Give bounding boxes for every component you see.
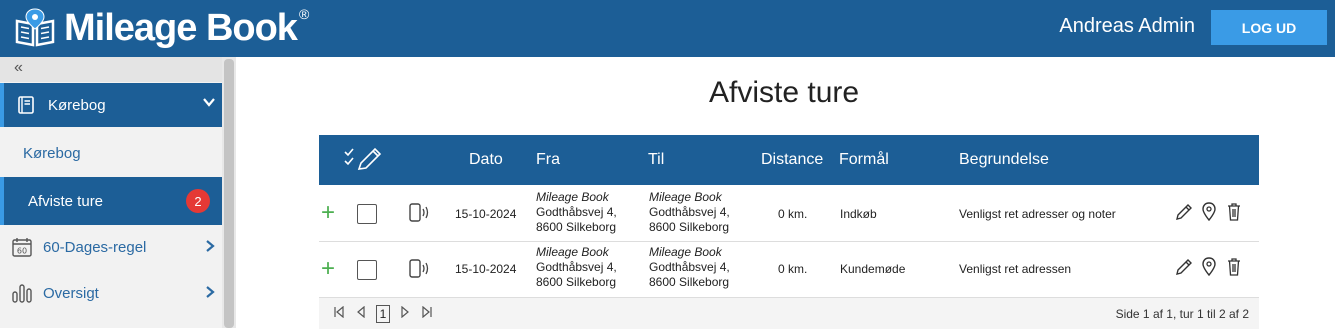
add-icon[interactable]: +: [321, 201, 335, 225]
address-name: Mileage Book: [649, 245, 722, 259]
phone-signal-icon: [409, 259, 429, 278]
address-street: Godthåbsvej 4,: [536, 260, 617, 274]
cell-begrundelse: Venligst ret adressen: [959, 262, 1072, 276]
chevron-down-icon: [203, 98, 215, 107]
sidebar-subitem-korebog[interactable]: Kørebog: [0, 133, 222, 173]
pagination-bar: 1 Side 1 af 1, tur 1 til 2 af 2: [319, 297, 1259, 329]
cell-distance: 0 km.: [778, 207, 808, 221]
cell-formaal: Kundemøde: [840, 262, 906, 276]
cell-dato: 15-10-2024: [455, 207, 517, 221]
book-icon: [18, 96, 34, 114]
sidebar-subitem-afviste-ture[interactable]: Afviste ture 2: [0, 177, 222, 225]
svg-text:60: 60: [17, 247, 27, 256]
address-name: Mileage Book: [536, 245, 609, 259]
phone-signal-icon: [409, 203, 429, 222]
sidebar-item-label: Oversigt: [43, 284, 99, 302]
address-city: 8600 Silkeborg: [649, 275, 730, 289]
next-page-icon[interactable]: [399, 306, 411, 318]
book-map-pin-icon: [15, 8, 55, 47]
logo-text: Mileage Book: [64, 6, 298, 49]
count-badge: 2: [186, 189, 210, 213]
cell-dato: 15-10-2024: [455, 262, 517, 276]
column-header-formaal[interactable]: Formål: [839, 151, 889, 169]
user-name: Andreas Admin: [1059, 15, 1195, 37]
bar-chart-icon: [12, 284, 32, 303]
edit-pencil-icon[interactable]: [1175, 203, 1193, 221]
address-name: Mileage Book: [536, 190, 609, 204]
logout-button[interactable]: LOG UD: [1211, 10, 1327, 45]
column-header-fra[interactable]: Fra: [536, 151, 560, 169]
trash-icon[interactable]: [1226, 257, 1242, 277]
address-city: 8600 Silkeborg: [536, 275, 617, 289]
sidebar-subitem-label: Kørebog: [23, 144, 81, 162]
column-header-begrundelse[interactable]: Begrundelse: [959, 151, 1049, 169]
row-checkbox[interactable]: [357, 204, 377, 224]
sidebar: « Kørebog Kørebog Afviste ture 2 60 60-D…: [0, 57, 236, 328]
logo[interactable]: Mileage Book ®: [14, 4, 309, 52]
sidebar-subitem-label: Afviste ture: [28, 192, 104, 210]
address-city: 8600 Silkeborg: [536, 220, 617, 234]
cell-begrundelse: Venligst ret adresser og noter: [959, 207, 1116, 221]
table-header: Dato Fra Til Distance Formål Begrundelse: [319, 135, 1259, 185]
double-chevron-left-icon: «: [14, 59, 23, 76]
last-page-icon[interactable]: [421, 306, 433, 318]
address-street: Godthåbsvej 4,: [649, 205, 730, 219]
top-bar: Mileage Book ® Andreas Admin LOG UD: [0, 0, 1335, 57]
sidebar-scroll-thumb[interactable]: [224, 59, 234, 328]
trash-icon[interactable]: [1226, 202, 1242, 222]
row-checkbox[interactable]: [357, 260, 377, 280]
table-row: + 15-10-2024 Mileage Book Godthåbsvej 4,…: [319, 242, 1259, 298]
sidebar-item-oversigt[interactable]: Oversigt: [0, 271, 222, 315]
column-header-distance[interactable]: Distance: [761, 151, 823, 169]
chevron-right-icon: [206, 240, 215, 252]
map-pin-icon[interactable]: [1201, 257, 1217, 277]
pagination-info: Side 1 af 1, tur 1 til 2 af 2: [1115, 307, 1249, 321]
cell-distance: 0 km.: [778, 262, 808, 276]
cell-fra: Mileage Book Godthåbsvej 4, 8600 Silkebo…: [536, 245, 617, 290]
add-icon[interactable]: +: [321, 257, 335, 281]
cell-til: Mileage Book Godthåbsvej 4, 8600 Silkebo…: [649, 245, 730, 290]
address-city: 8600 Silkeborg: [649, 220, 730, 234]
map-pin-icon[interactable]: [1201, 202, 1217, 222]
prev-page-icon[interactable]: [355, 306, 367, 318]
calendar-60-icon: 60: [12, 238, 32, 257]
column-header-dato[interactable]: Dato: [469, 151, 503, 169]
check-all-edit-icon[interactable]: [343, 147, 383, 171]
current-page-button[interactable]: 1: [376, 305, 390, 323]
sidebar-item-label: Kørebog: [48, 96, 106, 114]
sidebar-item-60-dages-regel[interactable]: 60 60-Dages-regel: [0, 225, 222, 269]
cell-formaal: Indkøb: [840, 207, 877, 221]
address-name: Mileage Book: [649, 190, 722, 204]
chevron-right-icon: [206, 286, 215, 298]
cell-til: Mileage Book Godthåbsvej 4, 8600 Silkebo…: [649, 190, 730, 235]
sidebar-item-korebog-group[interactable]: Kørebog: [0, 83, 222, 127]
table-row: + 15-10-2024 Mileage Book Godthåbsvej 4,…: [319, 186, 1259, 242]
first-page-icon[interactable]: [333, 306, 345, 318]
registered-mark: ®: [298, 6, 310, 22]
edit-pencil-icon[interactable]: [1175, 258, 1193, 276]
address-street: Godthåbsvej 4,: [649, 260, 730, 274]
column-header-til[interactable]: Til: [648, 151, 664, 169]
cell-fra: Mileage Book Godthåbsvej 4, 8600 Silkebo…: [536, 190, 617, 235]
page-title: Afviste ture: [709, 76, 860, 109]
sidebar-collapse-button[interactable]: «: [0, 57, 222, 82]
sidebar-item-label: 60-Dages-regel: [43, 238, 147, 256]
address-street: Godthåbsvej 4,: [536, 205, 617, 219]
